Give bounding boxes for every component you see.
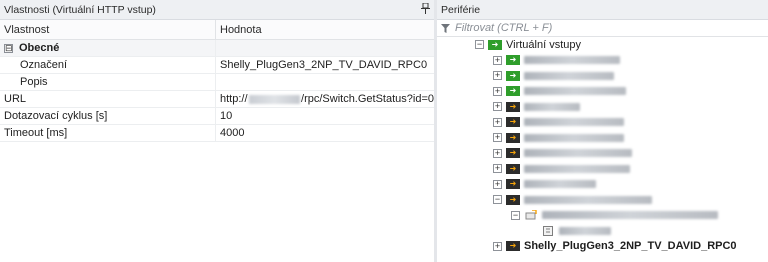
property-value-input[interactable]: 10 [216, 108, 434, 124]
expand-icon[interactable]: + [493, 133, 502, 143]
property-row-url[interactable]: URL http:// /rpc/Switch.GetStatus?id=0 [0, 91, 434, 108]
http-input-icon: ➜ [506, 194, 520, 205]
property-name: Timeout [ms] [0, 125, 216, 141]
property-value-input[interactable]: 4000 [216, 125, 434, 141]
expand-icon[interactable]: + [493, 71, 502, 81]
expand-icon[interactable]: + [493, 179, 502, 189]
tree-item[interactable]: + ➜ [437, 177, 768, 193]
url-prefix: http:// [220, 93, 248, 105]
category-row-general[interactable]: ⊟ Obecné [0, 40, 434, 57]
device-icon [524, 210, 538, 220]
tree-item[interactable]: + ➜ [437, 84, 768, 100]
redacted-label [524, 87, 626, 96]
filter-icon [441, 23, 450, 33]
property-grid-header: Vlastnost Hodnota [0, 20, 434, 40]
redacted-label [524, 56, 620, 65]
redacted-label [524, 180, 596, 189]
http-input-icon: ➜ [506, 241, 520, 252]
peripherals-pane-title-text: Periférie [441, 3, 481, 16]
tree-item[interactable]: + ➜ [437, 115, 768, 131]
http-input-icon: ➜ [506, 163, 520, 174]
redacted-label [542, 211, 718, 220]
property-value-input[interactable] [216, 74, 434, 90]
tree-item[interactable]: + ➜ [437, 68, 768, 84]
collapse-icon[interactable]: − [493, 195, 502, 205]
redacted-label [524, 102, 580, 111]
column-header-property[interactable]: Vlastnost [0, 20, 216, 39]
redacted-label [524, 118, 624, 127]
expand-icon[interactable]: + [493, 86, 502, 96]
tree-item[interactable]: − ➜ [437, 192, 768, 208]
http-input-icon: ➜ [506, 132, 520, 143]
redacted-label [524, 164, 630, 173]
value-icon [541, 225, 555, 236]
virtual-input-icon: ➜ [488, 39, 502, 50]
property-name: Označení [0, 57, 216, 73]
collapse-icon[interactable]: ⊟ [4, 43, 13, 53]
peripherals-tree: − ➜ Virtuální vstupy + ➜ + ➜ + ➜ + ➜ + ➜… [437, 37, 768, 254]
http-input-icon: ➜ [506, 117, 520, 128]
redacted-label [524, 195, 652, 204]
filter-placeholder: Filtrovat (CTRL + F) [455, 22, 553, 34]
filter-input[interactable]: Filtrovat (CTRL + F) [437, 20, 768, 37]
tree-root[interactable]: − ➜ Virtuální vstupy [437, 37, 768, 53]
column-header-value[interactable]: Hodnota [216, 20, 434, 39]
redacted-label [524, 133, 624, 142]
tree-subitem[interactable]: − [437, 208, 768, 224]
selected-item-label: Shelly_PlugGen3_2NP_TV_DAVID_RPC0 [524, 240, 737, 253]
tree-item[interactable]: + ➜ [437, 53, 768, 69]
http-input-icon: ➜ [506, 101, 520, 112]
redacted-label [524, 71, 614, 80]
tree-item[interactable]: + ➜ [437, 146, 768, 162]
expand-icon[interactable]: + [493, 148, 502, 158]
collapse-icon[interactable]: − [475, 40, 484, 50]
virtual-input-icon: ➜ [506, 55, 520, 66]
virtual-input-icon: ➜ [506, 70, 520, 81]
property-value-input[interactable]: http:// /rpc/Switch.GetStatus?id=0 [216, 91, 434, 107]
properties-pane-title-text: Vlastnosti (Virtuální HTTP vstup) [4, 3, 156, 16]
category-label: Obecné [19, 42, 60, 54]
tree-item[interactable]: + ➜ [437, 161, 768, 177]
peripherals-pane-title: Periférie [437, 0, 768, 20]
peripherals-pane: Periférie Filtrovat (CTRL + F) − ➜ Virtu… [437, 0, 768, 262]
expand-icon[interactable]: + [493, 164, 502, 174]
pin-icon[interactable] [420, 2, 430, 15]
property-name: URL [0, 91, 216, 107]
property-row-timeout[interactable]: Timeout [ms] 4000 [0, 125, 434, 142]
virtual-input-icon: ➜ [506, 86, 520, 97]
http-input-icon: ➜ [506, 179, 520, 190]
redacted-label [559, 226, 611, 235]
http-input-icon: ➜ [506, 148, 520, 159]
property-name: Popis [0, 74, 216, 90]
redacted-label [524, 149, 632, 158]
expand-icon[interactable]: + [493, 102, 502, 112]
tree-root-label: Virtuální vstupy [506, 38, 582, 51]
properties-pane-title: Vlastnosti (Virtuální HTTP vstup) [0, 0, 434, 20]
property-row-designation[interactable]: Označení Shelly_PlugGen3_2NP_TV_DAVID_RP… [0, 57, 434, 74]
property-name: Dotazovací cyklus [s] [0, 108, 216, 124]
expand-icon[interactable]: + [493, 117, 502, 127]
expand-icon[interactable]: + [493, 241, 502, 251]
property-row-description[interactable]: Popis [0, 74, 434, 91]
tree-item[interactable]: + ➜ [437, 99, 768, 115]
redacted-host [248, 94, 301, 104]
expand-icon[interactable]: + [493, 55, 502, 65]
tree-item[interactable]: + ➜ [437, 130, 768, 146]
tree-item-selected[interactable]: + ➜ Shelly_PlugGen3_2NP_TV_DAVID_RPC0 [437, 239, 768, 255]
url-suffix: /rpc/Switch.GetStatus?id=0 [301, 93, 434, 105]
property-row-poll-cycle[interactable]: Dotazovací cyklus [s] 10 [0, 108, 434, 125]
property-value-input[interactable]: Shelly_PlugGen3_2NP_TV_DAVID_RPC0 [216, 57, 434, 73]
properties-pane: Vlastnosti (Virtuální HTTP vstup) Vlastn… [0, 0, 434, 262]
collapse-icon[interactable]: − [511, 210, 520, 220]
tree-leaf[interactable] [437, 223, 768, 239]
